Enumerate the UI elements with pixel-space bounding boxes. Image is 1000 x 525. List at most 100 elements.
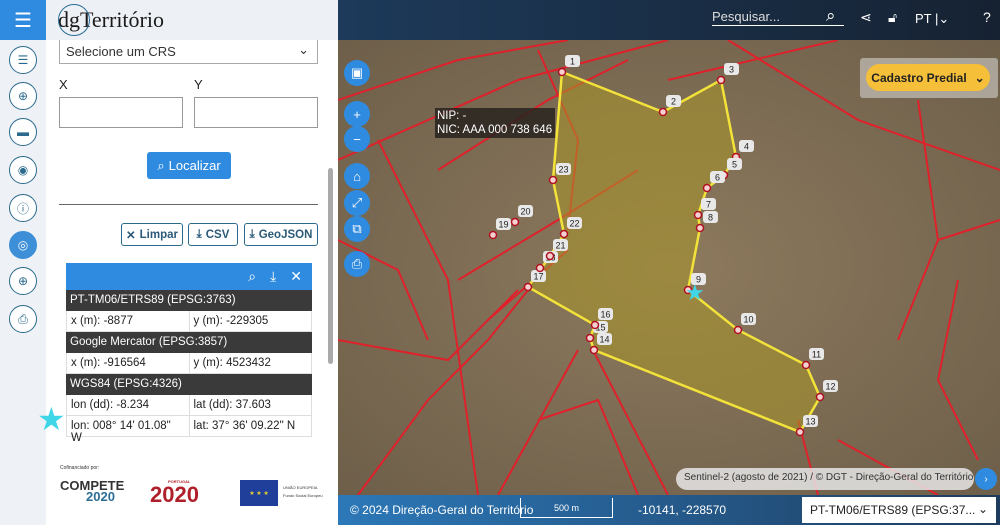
unlock-icon[interactable]: 🔓︎	[888, 9, 897, 26]
attribution-toggle[interactable]: ›	[975, 468, 997, 490]
eu-logo-text: UNIÃO EUROPEIA Fundo Social Europeu	[283, 485, 323, 498]
zoom-in-button[interactable]: +	[344, 101, 370, 127]
layers-list-button[interactable]: ☰	[9, 46, 37, 74]
vertex-point[interactable]	[693, 210, 703, 220]
vertex-point[interactable]	[716, 75, 726, 85]
list-icon: ☰	[17, 53, 29, 67]
map-view[interactable]: 1234567891011121314151617181920212223 ★ …	[338, 0, 1000, 525]
close-icon: ✕	[126, 229, 136, 242]
globe-icon: ⊕	[17, 274, 29, 288]
vertex-point[interactable]	[535, 263, 545, 273]
status-bar: © 2024 Direção-Geral do Território 500 m…	[338, 495, 1000, 525]
y-input[interactable]	[194, 97, 318, 128]
fullscreen-button[interactable]: ⤢	[344, 190, 370, 216]
vertex-label: 14	[599, 335, 609, 345]
image-icon: ▣	[350, 65, 364, 80]
zoom-extent-button[interactable]: ⧉	[344, 216, 370, 242]
top-bar: Pesquisar... ⌕ ⋖ 🔓︎ PT |⌄ ?	[338, 0, 1000, 40]
add-circle-icon: ⊕	[17, 89, 29, 103]
divider	[59, 204, 318, 205]
download-icon[interactable]: ⤓	[270, 268, 276, 285]
vertex-point[interactable]	[815, 392, 825, 402]
chevron-down-icon: ⌄	[974, 70, 985, 85]
cadastro-predial-button[interactable]: Cadastro Predial ⌄	[866, 64, 990, 91]
vertex-label: 17	[533, 272, 543, 282]
location-marker-icon: ★	[685, 280, 705, 305]
map-print-button[interactable]: ⎙	[344, 251, 370, 277]
print-button[interactable]: ⎙	[9, 305, 37, 333]
vertex-point[interactable]	[695, 223, 705, 233]
crs-dropdown[interactable]: PT-TM06/ETRS89 (EPSG:37... ⌄	[802, 497, 996, 523]
clear-button[interactable]: ✕ Limpar	[121, 223, 183, 246]
coord-row: x (m): -8877 y (m): -229305	[66, 311, 312, 332]
vertex-point[interactable]	[545, 251, 555, 261]
basemap-button[interactable]: ▣	[344, 60, 370, 86]
vertex-label: 10	[743, 315, 753, 325]
measure-button[interactable]: ▬	[9, 118, 37, 146]
clear-label: Limpar	[139, 228, 178, 241]
vertex-point[interactable]	[801, 360, 811, 370]
chevron-down-icon: ⌄	[298, 42, 309, 57]
info-button[interactable]: ⓘ	[9, 194, 37, 222]
vertex-point[interactable]	[559, 229, 569, 239]
csv-button[interactable]: ⤓ CSV	[188, 223, 238, 246]
x-value: x (m): -916564	[71, 357, 146, 369]
home-button[interactable]: ⌂	[344, 163, 370, 189]
x-input[interactable]	[59, 97, 183, 128]
vertex-point[interactable]	[795, 427, 805, 437]
vertex-point[interactable]	[702, 183, 712, 193]
vertex-label: 2	[671, 97, 676, 107]
localizar-button[interactable]: ⌕ Localizar	[147, 152, 231, 179]
globe-button[interactable]: ⊕	[9, 267, 37, 295]
vertex-label: 3	[729, 65, 734, 75]
vertex-point[interactable]	[658, 107, 668, 117]
share-icon[interactable]: ⋖	[860, 9, 872, 26]
vertex-label: 21	[555, 241, 565, 251]
vertex-label: 4	[744, 142, 749, 152]
vertex-label: 23	[558, 165, 568, 175]
eu-flag-logo: ★ ★ ★	[240, 480, 278, 506]
vertex-point[interactable]	[590, 320, 600, 330]
attribution: Sentinel-2 (agosto de 2021) / © DGT - Di…	[676, 468, 974, 490]
menu-icon: ☰	[14, 9, 32, 32]
vertex-point[interactable]	[585, 333, 595, 343]
menu-button[interactable]: ☰	[0, 0, 46, 40]
vertex-point[interactable]	[488, 230, 498, 240]
lon-value: lon (dd): -8.234	[71, 399, 149, 411]
coordinates-button[interactable]: ◎	[9, 231, 37, 259]
coord-row: lon (dd): -8.234 lat (dd): 37.603	[66, 395, 312, 416]
vertex-point[interactable]	[548, 175, 558, 185]
crs-select[interactable]: Selecione um CRS ⌄	[59, 40, 318, 64]
nic-text: NIC: AAA 000 738 646	[437, 124, 553, 136]
zoom-out-button[interactable]: −	[344, 126, 370, 152]
close-icon[interactable]: ✕	[290, 268, 302, 285]
vertex-point[interactable]	[733, 325, 743, 335]
vertex-label: 7	[706, 200, 711, 210]
help-icon[interactable]: ?	[983, 9, 991, 25]
home-icon: ⌂	[353, 168, 361, 184]
nip-text: NIP: -	[437, 110, 467, 122]
search-icon[interactable]: ⌕	[826, 6, 836, 26]
crs-header: WGS84 (EPSG:4326)	[66, 374, 312, 395]
minus-icon: −	[353, 131, 361, 147]
tool-rail: ☰ ☰ ⊕ ▬ ◉ ⓘ ◎ ⊕ ⎙	[0, 0, 46, 525]
vertex-point[interactable]	[510, 217, 520, 227]
search-input[interactable]: Pesquisar...	[712, 9, 844, 26]
vertex-label: 5	[732, 160, 737, 170]
vertex-point[interactable]	[557, 67, 567, 77]
layer-selector: Cadastro Predial ⌄	[860, 58, 998, 98]
palette-icon: ◉	[17, 163, 29, 177]
extent-icon: ⧉	[352, 221, 362, 236]
vertex-point[interactable]	[523, 282, 533, 292]
localizar-label: Localizar	[168, 158, 221, 173]
style-button[interactable]: ◉	[9, 156, 37, 184]
y-label: Y	[194, 77, 203, 92]
chevron-down-icon: ⌄	[977, 502, 988, 516]
geojson-button[interactable]: ⤓ GeoJSON	[244, 223, 318, 246]
vertex-point[interactable]	[589, 345, 599, 355]
zoom-to-icon[interactable]: ⌕	[248, 268, 256, 285]
language-select[interactable]: PT |⌄	[915, 11, 949, 27]
panel-scrollbar[interactable]	[328, 168, 333, 364]
add-layer-button[interactable]: ⊕	[9, 82, 37, 110]
x-label: X	[59, 77, 68, 92]
